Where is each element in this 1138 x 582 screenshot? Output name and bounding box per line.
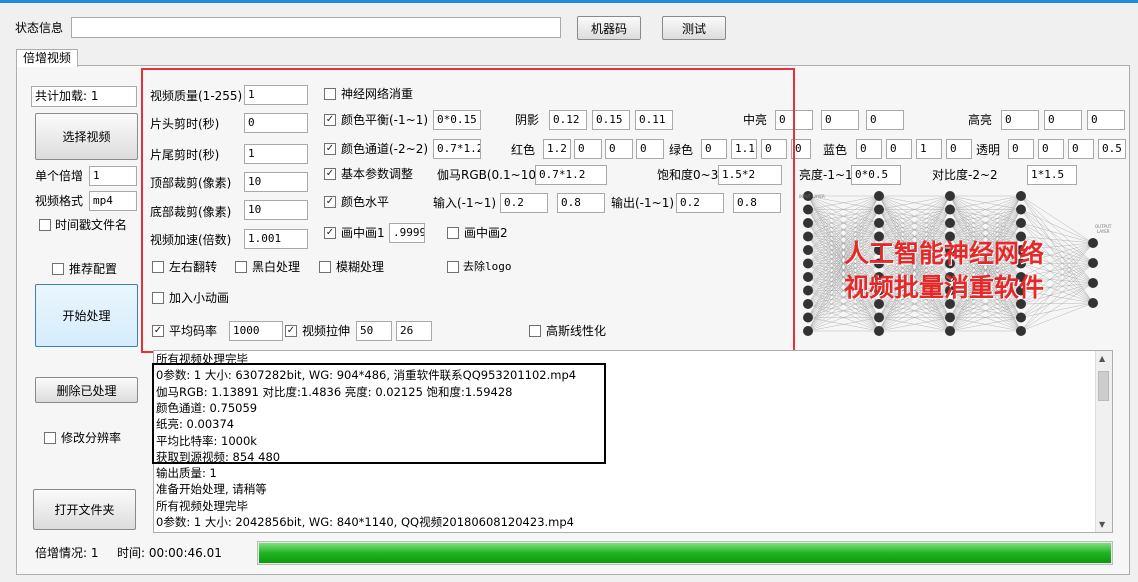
nn-node xyxy=(1016,204,1026,215)
blue-input-1[interactable]: 0 xyxy=(856,139,882,159)
total-load-display: 共计加载: 1 xyxy=(31,86,137,107)
video-format-label: 视频格式 xyxy=(35,194,84,208)
nn-node xyxy=(803,326,813,336)
log-line: 所有视频处理完毕 xyxy=(156,498,248,513)
highlight-label: 高亮 xyxy=(968,113,993,127)
alpha-input-1[interactable]: 0 xyxy=(1008,139,1034,159)
timestamp-filename-label: 时间戳文件名 xyxy=(55,218,128,232)
blue-input-3[interactable]: 1 xyxy=(916,139,942,159)
progress-fill xyxy=(259,543,1111,563)
nn-node xyxy=(803,285,813,296)
scroll-thumb[interactable] xyxy=(1098,371,1109,401)
blue-label: 蓝色 xyxy=(823,143,848,157)
blue-input-2[interactable]: 0 xyxy=(886,139,912,159)
start-process-button[interactable]: 开始处理 xyxy=(35,284,138,347)
overlay-title-line1: 人工智能神经网络 xyxy=(844,239,1045,268)
change-resolution-checkbox[interactable] xyxy=(44,432,56,444)
overlay-title-line2: 视频批量消重软件 xyxy=(844,273,1045,302)
recommend-config-label: 推荐配置 xyxy=(69,262,118,276)
highlight-input-2[interactable]: 0 xyxy=(1044,110,1082,130)
nn-node xyxy=(945,326,955,336)
open-folder-button[interactable]: 打开文件夹 xyxy=(33,489,136,530)
nn-node xyxy=(1016,312,1026,323)
brightness-label: 亮度-1~1 xyxy=(799,168,853,182)
status-input[interactable] xyxy=(71,17,561,38)
nn-node xyxy=(803,299,813,309)
nn-node xyxy=(803,312,813,323)
scroll-up-icon[interactable]: ▲ xyxy=(1099,354,1105,363)
single-multiply-label: 单个倍增 xyxy=(35,169,84,183)
brightness-input[interactable]: 0*0.5 xyxy=(851,165,901,185)
delete-processed-button[interactable]: 删除已处理 xyxy=(35,377,138,403)
contrast-label: 对比度-2~2 xyxy=(932,168,998,182)
nn-node xyxy=(1016,326,1026,336)
alpha-label: 透明 xyxy=(976,143,1001,157)
svg-text:LAYER: LAYER xyxy=(1097,229,1110,234)
scroll-down-icon[interactable]: ▼ xyxy=(1099,520,1105,529)
nn-node xyxy=(1088,258,1098,268)
recommend-config-checkbox[interactable] xyxy=(52,263,64,275)
nn-node xyxy=(874,312,884,323)
nn-node xyxy=(803,204,813,215)
blue-input-4[interactable]: 0 xyxy=(946,139,972,159)
log-scrollbar[interactable]: ▲ ▼ xyxy=(1095,351,1112,532)
nn-node xyxy=(945,204,955,215)
nn-node xyxy=(1088,238,1098,248)
nn-node xyxy=(874,218,884,228)
alpha-input-2[interactable]: 0 xyxy=(1038,139,1064,159)
nn-node xyxy=(874,326,884,336)
svg-text:INPUT LAYER: INPUT LAYER xyxy=(799,194,825,199)
midtone-input-2[interactable]: 0 xyxy=(821,110,859,130)
timestamp-filename-checkbox[interactable] xyxy=(39,219,51,231)
log-line: 0参数: 1 大小: 2042856bit, WG: 840*1140, QQ视… xyxy=(156,515,574,529)
highlight-input-3[interactable]: 0 xyxy=(1087,110,1125,130)
nn-node xyxy=(803,272,813,282)
highlight-box-black xyxy=(152,363,606,464)
nn-node xyxy=(803,231,813,242)
highlight-input-1[interactable]: 0 xyxy=(1001,110,1039,130)
nn-node xyxy=(803,218,813,228)
contrast-input[interactable]: 1*1.5 xyxy=(1027,165,1077,185)
nn-node xyxy=(945,312,955,323)
test-button[interactable]: 测试 xyxy=(662,16,726,40)
midtone-input-3[interactable]: 0 xyxy=(866,110,904,130)
nn-node xyxy=(1088,278,1098,288)
time-label: 时间: 00:00:46.01 xyxy=(117,546,222,560)
nn-node xyxy=(874,191,884,201)
nn-node xyxy=(1016,191,1026,201)
progress-bar xyxy=(257,541,1113,565)
nn-node xyxy=(874,204,884,215)
window-top-accent xyxy=(0,0,1138,3)
alpha-input-4[interactable]: 0.5 xyxy=(1098,139,1126,159)
single-multiply-input[interactable]: 1 xyxy=(89,166,137,186)
nn-node xyxy=(1088,298,1098,308)
log-line: 准备开始处理, 请稍等 xyxy=(156,482,267,497)
video-format-input[interactable]: mp4 xyxy=(89,191,137,211)
nn-node xyxy=(803,258,813,269)
machine-code-button[interactable]: 机器码 xyxy=(577,16,641,40)
nn-node xyxy=(945,191,955,201)
tab-multiply-video[interactable]: 倍增视频 xyxy=(16,49,78,67)
alpha-input-3[interactable]: 0 xyxy=(1068,139,1094,159)
log-line: 输出质量: 1 xyxy=(156,466,217,481)
change-resolution-label: 修改分辨率 xyxy=(61,431,122,445)
nn-node xyxy=(945,218,955,228)
status-label: 状态信息 xyxy=(15,21,64,35)
multiply-status-label: 倍增情况: 1 xyxy=(35,546,99,560)
highlight-box-red xyxy=(141,68,795,353)
select-video-button[interactable]: 选择视频 xyxy=(35,113,138,160)
nn-node xyxy=(1016,218,1026,228)
nn-node xyxy=(803,245,813,255)
